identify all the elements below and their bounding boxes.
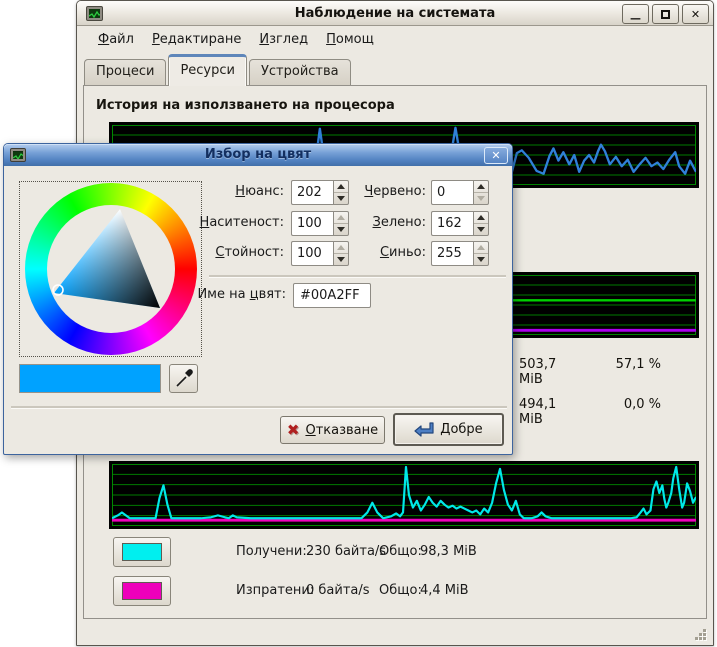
sent-label: Изпратени:	[236, 583, 314, 598]
ok-label: Добре	[440, 422, 482, 437]
tab-devices[interactable]: Устройства	[249, 59, 351, 85]
sent-rate: 0 байта/s	[306, 583, 370, 598]
memory-size: 503,7 MiB	[519, 357, 556, 387]
blue-label: Синьо:	[334, 245, 426, 260]
saturation-input[interactable]: 100	[291, 211, 333, 236]
cancel-button[interactable]: ✖ Отказване	[280, 416, 385, 444]
network-history-chart	[109, 461, 699, 529]
hue-label: Нюанс:	[156, 184, 284, 199]
received-color-swatch	[122, 543, 162, 561]
ok-enter-icon	[414, 422, 434, 438]
blue-row: Синьо: 255	[334, 241, 499, 266]
received-total: 98,3 MiB	[420, 544, 477, 559]
received-rate: 230 байта/s	[306, 544, 386, 559]
network-received-row: Получени: 230 байта/s Общо: 98,3 MiB	[113, 537, 673, 567]
red-input[interactable]: 0	[431, 180, 473, 205]
green-input[interactable]: 162	[431, 211, 473, 236]
sent-color-button[interactable]	[113, 576, 171, 606]
resize-grip[interactable]	[692, 626, 706, 640]
memory-percent: 57,1 %	[601, 357, 661, 372]
eyedropper-icon	[170, 365, 197, 392]
sent-color-swatch	[122, 582, 162, 600]
cancel-label: Отказване	[305, 423, 378, 438]
value-row: Стойност: 100	[154, 241, 354, 266]
red-row: Червено: 0	[334, 180, 499, 205]
saturation-row: Наситеност: 100	[154, 211, 354, 236]
ok-button[interactable]: Добре	[393, 413, 504, 446]
menu-file[interactable]: Файл	[89, 30, 143, 49]
titlebar[interactable]: Наблюдение на системата — ✕	[77, 1, 713, 26]
green-row: Зелено: 162	[334, 211, 499, 236]
red-spinner[interactable]	[473, 180, 489, 205]
cpu-section-title: История на използването на процесора	[96, 98, 395, 113]
received-label: Получени:	[236, 544, 307, 559]
network-sent-row: Изпратени: 0 байта/s Общо: 4,4 MiB	[113, 576, 673, 606]
tab-resources[interactable]: Ресурси	[168, 54, 247, 86]
hue-input[interactable]: 202	[291, 180, 333, 205]
color-picker-dialog: Избор на цвят ✕ Нюанс: 202 Наситенос	[3, 143, 513, 455]
minimize-button[interactable]: —	[622, 4, 649, 24]
blue-input[interactable]: 255	[431, 241, 473, 266]
statusbar	[78, 621, 712, 644]
tab-bar: Процеси Ресурси Устройства	[84, 54, 353, 85]
blue-spinner[interactable]	[473, 241, 489, 266]
menu-help[interactable]: Помощ	[317, 30, 383, 49]
saturation-label: Наситеност:	[156, 215, 284, 230]
color-name-label: Име на цвят:	[164, 287, 286, 302]
tab-processes[interactable]: Процеси	[84, 59, 166, 85]
swap-size: 494,1 MiB	[519, 397, 556, 427]
dialog-titlebar[interactable]: Избор на цвят ✕	[4, 144, 512, 166]
hsv-triangle[interactable]	[20, 182, 203, 358]
menu-view[interactable]: Изглед	[250, 30, 317, 49]
received-color-button[interactable]	[113, 537, 171, 567]
window-title: Наблюдение на системата	[77, 6, 713, 21]
color-wheel-area	[19, 181, 202, 357]
green-label: Зелено:	[334, 215, 426, 230]
value-label: Стойност:	[156, 245, 284, 260]
dialog-title: Избор на цвят	[4, 147, 512, 162]
green-spinner[interactable]	[473, 211, 489, 236]
cancel-x-icon: ✖	[287, 421, 300, 439]
dialog-action-separator	[11, 406, 507, 408]
value-input[interactable]: 100	[291, 241, 333, 266]
maximize-button[interactable]	[652, 4, 679, 24]
menu-edit[interactable]: Редактиране	[143, 30, 250, 49]
hue-row: Нюанс: 202	[154, 180, 354, 205]
dialog-mid-separator	[209, 275, 506, 277]
eyedropper-button[interactable]	[169, 364, 198, 393]
sent-total-label: Общо:	[379, 583, 422, 598]
red-label: Червено:	[334, 184, 426, 199]
received-total-label: Общо:	[379, 544, 422, 559]
swap-percent: 0,0 %	[601, 397, 661, 412]
current-color-swatch	[19, 364, 161, 393]
sent-total: 4,4 MiB	[420, 583, 469, 598]
dialog-close-button[interactable]: ✕	[484, 147, 508, 164]
menubar: Файл Редактиране Изглед Помощ	[78, 27, 712, 51]
color-name-input[interactable]: #00A2FF	[293, 283, 371, 308]
close-button[interactable]: ✕	[682, 4, 709, 24]
